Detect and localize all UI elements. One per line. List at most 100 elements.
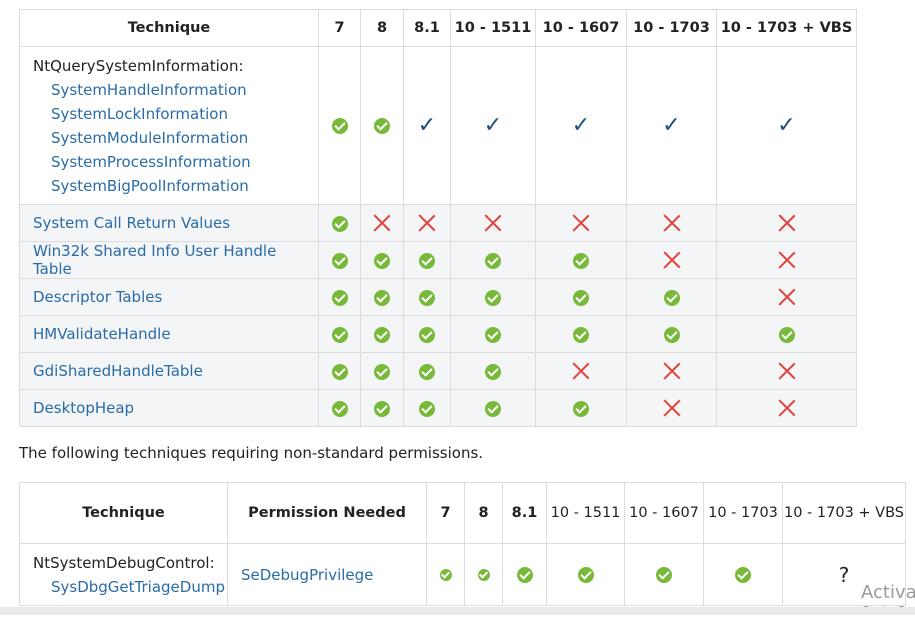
- green-check-circle-icon: [439, 569, 452, 581]
- technique-link[interactable]: SystemProcessInformation: [33, 150, 318, 174]
- status-cell: [403, 204, 451, 242]
- status-cell: [535, 315, 627, 353]
- red-x-icon: [663, 362, 681, 380]
- status-cell: [403, 278, 451, 316]
- green-check-circle-icon: [735, 567, 751, 583]
- status-cell: [403, 315, 451, 353]
- red-x-icon: [484, 214, 502, 232]
- green-check-circle-icon: [573, 252, 589, 269]
- status-cell: [403, 241, 451, 279]
- status-unknown: ?: [838, 562, 850, 587]
- blue-checkmark-icon: ✓: [777, 112, 796, 138]
- red-x-icon: [778, 288, 796, 306]
- green-check-circle-icon: [331, 215, 348, 232]
- table-row: NtSystemDebugControl: SysDbgGetTriageDump…: [19, 543, 906, 606]
- technique-link[interactable]: System Call Return Values: [33, 214, 230, 232]
- status-cell: [318, 315, 361, 353]
- status-cell: [450, 352, 536, 390]
- status-cell: [318, 389, 361, 427]
- technique-cell: DesktopHeap: [19, 389, 319, 427]
- status-cell: [426, 543, 465, 606]
- technique-link[interactable]: Descriptor Tables: [33, 288, 162, 306]
- technique-link[interactable]: DesktopHeap: [33, 399, 134, 417]
- table-header-row: Technique 7 8 8.1 10 - 1511 10 - 1607 10…: [19, 9, 857, 47]
- green-check-circle-icon: [374, 400, 390, 417]
- status-cell: [626, 241, 717, 279]
- status-cell: [716, 241, 857, 279]
- status-cell: [716, 315, 857, 353]
- technique-link[interactable]: HMValidateHandle: [33, 325, 171, 343]
- status-cell: [318, 46, 361, 205]
- status-cell: ✓: [403, 46, 451, 205]
- red-x-icon: [373, 214, 391, 232]
- table-row: HMValidateHandle: [19, 315, 857, 353]
- green-check-circle-icon: [485, 289, 501, 306]
- green-check-circle-icon: [663, 289, 680, 306]
- blue-checkmark-icon: ✓: [417, 112, 437, 138]
- green-check-circle-icon: [516, 567, 533, 583]
- horizontal-scrollbar[interactable]: [0, 607, 915, 615]
- green-check-circle-icon: [374, 252, 390, 269]
- status-cell: [535, 389, 627, 427]
- status-cell: [450, 204, 536, 242]
- green-check-circle-icon: [656, 567, 672, 583]
- status-cell: [464, 543, 503, 606]
- green-check-circle-icon: [374, 289, 390, 306]
- green-check-circle-icon: [485, 363, 501, 380]
- technique-cell: HMValidateHandle: [19, 315, 319, 353]
- column-header: Technique: [19, 9, 319, 47]
- status-cell: [450, 241, 536, 279]
- status-cell: [403, 389, 451, 427]
- status-cell: [360, 315, 404, 353]
- status-cell: [360, 389, 404, 427]
- column-header: 7: [318, 9, 361, 47]
- status-cell: [450, 278, 536, 316]
- green-check-circle-icon: [485, 400, 501, 417]
- status-cell: [360, 204, 404, 242]
- technique-cell: NtSystemDebugControl: SysDbgGetTriageDump: [19, 543, 228, 606]
- status-cell: [535, 204, 627, 242]
- table-header-row: Technique Permission Needed 7 8 8.1 10 -…: [19, 482, 906, 544]
- table-row: Win32k Shared Info User Handle Table: [19, 241, 857, 279]
- table-row: Descriptor Tables: [19, 278, 857, 316]
- red-x-icon: [572, 362, 590, 380]
- red-x-icon: [663, 251, 681, 269]
- technique-link[interactable]: GdiSharedHandleTable: [33, 362, 203, 380]
- green-check-circle-icon: [419, 252, 435, 269]
- red-x-icon: [418, 214, 436, 232]
- permission-cell: SeDebugPrivilege: [227, 543, 427, 606]
- table-row: NtQuerySystemInformation: SystemHandleInf…: [19, 46, 857, 205]
- technique-link[interactable]: SystemHandleInformation: [33, 78, 318, 102]
- technique-link[interactable]: Win32k Shared Info User Handle Table: [33, 242, 276, 278]
- compatibility-table: Technique 7 8 8.1 10 - 1511 10 - 1607 10…: [19, 9, 857, 427]
- status-cell: [716, 389, 857, 427]
- status-cell: [716, 352, 857, 390]
- column-header: 10 - 1607: [535, 9, 627, 47]
- status-cell: [716, 278, 857, 316]
- status-cell: [360, 241, 404, 279]
- status-cell: [535, 241, 627, 279]
- status-cell: [535, 352, 627, 390]
- column-header: 8.1: [403, 9, 451, 47]
- table-row: System Call Return Values: [19, 204, 857, 242]
- blue-checkmark-icon: ✓: [571, 112, 591, 138]
- technique-cell: System Call Return Values: [19, 204, 319, 242]
- technique-link[interactable]: SystemBigPoolInformation: [33, 174, 318, 198]
- table-row: DesktopHeap: [19, 389, 857, 427]
- status-cell: [624, 543, 704, 606]
- column-header: 8: [464, 482, 503, 544]
- technique-link[interactable]: SysDbgGetTriageDump: [33, 575, 227, 599]
- permission-link[interactable]: SeDebugPrivilege: [241, 566, 373, 584]
- status-cell: [716, 204, 857, 242]
- status-cell: [626, 204, 717, 242]
- status-cell: [703, 543, 783, 606]
- permissions-table: Technique Permission Needed 7 8 8.1 10 -…: [19, 482, 906, 606]
- status-cell: [546, 543, 625, 606]
- status-cell: ✓: [716, 46, 857, 205]
- status-cell: [626, 352, 717, 390]
- green-check-circle-icon: [419, 363, 435, 380]
- technique-link[interactable]: SystemLockInformation: [33, 102, 318, 126]
- status-cell: [360, 46, 404, 205]
- table-row: GdiSharedHandleTable: [19, 352, 857, 390]
- technique-link[interactable]: SystemModuleInformation: [33, 126, 318, 150]
